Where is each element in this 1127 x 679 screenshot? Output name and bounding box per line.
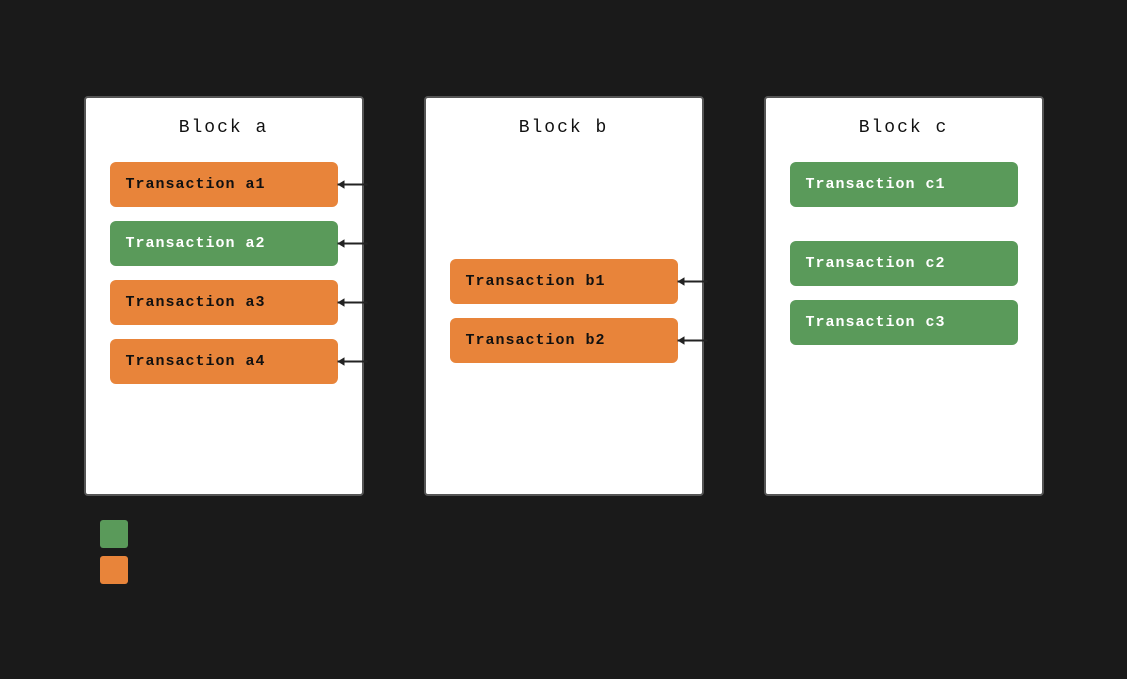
transaction-c2: Transaction c2: [790, 241, 1018, 286]
transaction-a1: Transaction a1: [110, 162, 338, 207]
legend-orange: [100, 556, 128, 584]
legend-orange-box: [100, 556, 128, 584]
transaction-b1: Transaction b1: [450, 259, 678, 304]
transaction-a3: Transaction a3: [110, 280, 338, 325]
transaction-a2: Transaction a2: [110, 221, 338, 266]
legend-green-box: [100, 520, 128, 548]
block-b-title: Block b: [450, 118, 678, 138]
transaction-c3: Transaction c3: [790, 300, 1018, 345]
block-a: Block a Transaction a1 Transaction a2 Tr…: [84, 96, 364, 496]
blocks-row: Block a Transaction a1 Transaction a2 Tr…: [40, 96, 1087, 496]
block-c-title: Block c: [790, 118, 1018, 138]
block-c: Block c Transaction c1 Transaction c2 Tr…: [764, 96, 1044, 496]
transaction-b2: Transaction b2: [450, 318, 678, 363]
block-b: Block b Transaction b1 Transaction b2: [424, 96, 704, 496]
block-a-title: Block a: [110, 118, 338, 138]
transaction-c1: Transaction c1: [790, 162, 1018, 207]
legend-area: [100, 520, 128, 584]
transaction-a4: Transaction a4: [110, 339, 338, 384]
legend-green: [100, 520, 128, 548]
main-area: Block a Transaction a1 Transaction a2 Tr…: [0, 76, 1127, 604]
